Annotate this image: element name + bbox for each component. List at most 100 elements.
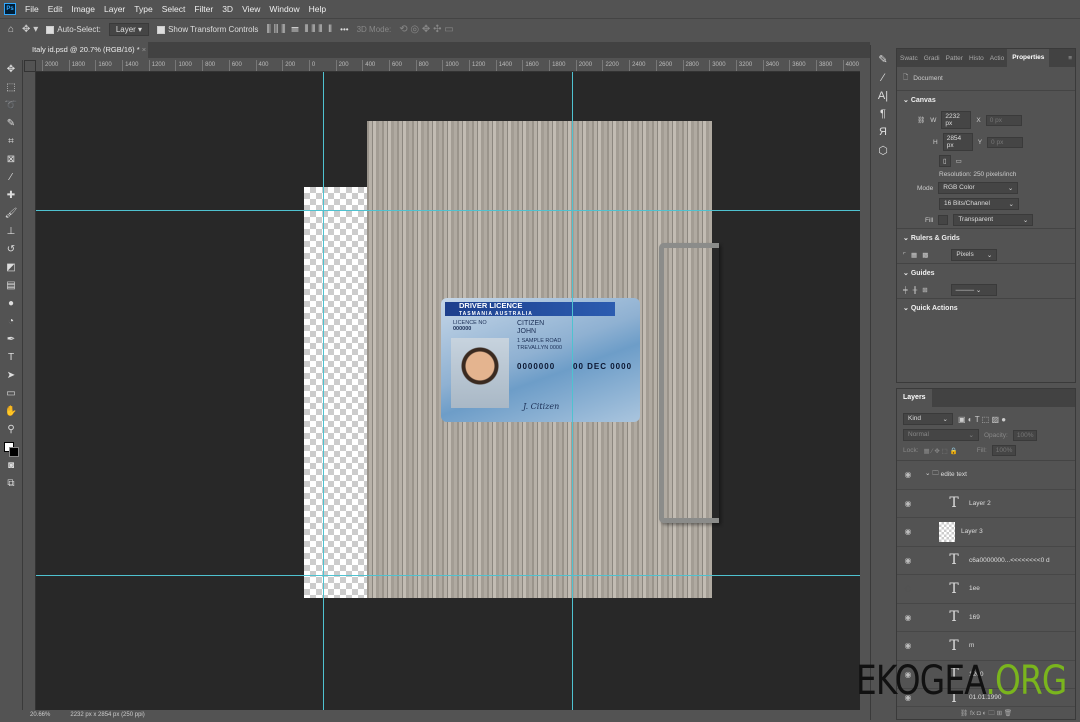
pen-tool-icon[interactable]: ✒ [3, 332, 19, 348]
quick-actions-header[interactable]: ⌄ Quick Actions [897, 298, 1075, 317]
ruler-toggle-icon[interactable]: ⌜ [903, 251, 906, 259]
x-field[interactable]: 0 px [985, 114, 1022, 126]
move-tool-icon[interactable]: ✥ [3, 62, 19, 78]
clone-stamp-icon[interactable]: ⊥ [3, 224, 19, 240]
dodge-tool-icon[interactable]: ◔ [3, 314, 19, 330]
blur-tool-icon[interactable]: ● [3, 296, 19, 312]
fill-swatch[interactable] [938, 215, 949, 225]
visibility-eye-icon[interactable]: ◉ [897, 470, 919, 479]
document-size[interactable]: 2232 px x 2854 px (250 ppi) [70, 710, 144, 720]
3d-tools-icons[interactable]: ⟲ ◎ ✥ ✣ ▭ [399, 24, 453, 35]
canvas-area[interactable]: DRIVER LICENCE TASMANIA AUSTRALIA LICENCE… [36, 72, 860, 710]
horizontal-ruler[interactable]: 2000 1800 1600 1400 1200 1000 800 600 400 200 0 200… [36, 60, 860, 72]
lock-icons[interactable]: ▦ ⁄ ✥ ⬚ 🔒 [924, 447, 958, 455]
y-field[interactable]: 0 px [987, 136, 1024, 148]
width-field[interactable]: 2232 px [941, 111, 972, 129]
opacity-field[interactable]: 100% [1012, 429, 1038, 441]
layer-row[interactable]: ◉ Tm [897, 632, 1075, 661]
brush-tool-icon[interactable]: 🖌 [3, 206, 19, 222]
align-icons[interactable]: ⫼ ⫼ ⫼ ☰ ⫴ ⫴ ⫴ ‖ [266, 24, 332, 35]
menu-image[interactable]: Image [71, 4, 95, 14]
more-options-button[interactable]: ••• [340, 25, 348, 34]
frame-tool-icon[interactable]: ⊠ [3, 152, 19, 168]
units-dropdown[interactable]: Pixels ⌄ [951, 249, 998, 261]
3d-icon[interactable]: ⬡ [878, 144, 888, 157]
glyphs-icon[interactable]: Я [879, 126, 887, 138]
new-guide-icon[interactable]: ⊞ [922, 286, 927, 294]
visibility-eye-icon[interactable]: ◉ [897, 499, 919, 508]
brushes-icon[interactable]: ⁄ [882, 72, 884, 84]
gradient-tool-icon[interactable]: ▤ [3, 278, 19, 294]
height-field[interactable]: 2854 px [942, 133, 973, 151]
filter-icons[interactable]: ▣ ◐ T ⬚ ▨ ● [958, 415, 1006, 424]
guide-style-dropdown[interactable]: ──── ⌄ [950, 284, 997, 296]
close-tab-icon[interactable]: × [142, 45, 146, 54]
menu-file[interactable]: File [25, 4, 39, 14]
guide-horizontal[interactable] [36, 210, 860, 211]
show-transform-checkbox[interactable]: Show Transform Controls [157, 25, 258, 34]
menu-edit[interactable]: Edit [48, 4, 63, 14]
type-tool-icon[interactable]: T [3, 350, 19, 366]
pixel-grid-icon[interactable]: ▩ [922, 251, 928, 259]
move-tool-icon[interactable]: ✥ ▾ [22, 24, 38, 35]
filter-kind-dropdown[interactable]: Kind ⌄ [903, 413, 953, 425]
character-icon[interactable]: A| [878, 90, 888, 102]
eraser-tool-icon[interactable]: ◩ [3, 260, 19, 276]
color-swatches-icon[interactable] [3, 440, 19, 457]
menu-layer[interactable]: Layer [104, 4, 125, 14]
document-tab[interactable]: Italy id.psd @ 20.7% (RGB/16) * × [24, 42, 148, 58]
visibility-eye-icon[interactable]: ◉ [897, 584, 919, 593]
rectangle-tool-icon[interactable]: ▭ [3, 386, 19, 402]
layer-row[interactable]: ◉ Layer 3 [897, 518, 1075, 547]
lasso-tool-icon[interactable]: ➰ [3, 98, 19, 114]
history-brush-icon[interactable]: ↺ [3, 242, 19, 258]
link-icon[interactable]: ⛓ [917, 116, 925, 124]
landscape-icon[interactable]: ▭ [956, 157, 962, 165]
crop-tool-icon[interactable]: ⌗ [3, 134, 19, 150]
brush-settings-icon[interactable]: ✎ [878, 53, 887, 66]
menu-help[interactable]: Help [309, 4, 326, 14]
menu-view[interactable]: View [242, 4, 260, 14]
canvas-section-header[interactable]: ⌄ Canvas [897, 90, 1075, 109]
guide-lock-icon[interactable]: ╫ [913, 287, 918, 294]
guide-vertical[interactable] [572, 72, 573, 710]
grid-toggle-icon[interactable]: ▦ [911, 251, 917, 259]
layer-row[interactable]: ◉ T 1ee [897, 575, 1075, 604]
menu-filter[interactable]: Filter [194, 4, 213, 14]
blend-mode-dropdown[interactable]: Normal ⌄ [903, 429, 979, 441]
home-icon[interactable]: ⌂ [8, 24, 14, 35]
auto-select-dropdown[interactable]: Layer ▾ [108, 23, 150, 36]
guides-section-header[interactable]: ⌄ Guides [897, 263, 1075, 282]
guide-toggle-icon[interactable]: ╪ [903, 287, 908, 294]
menu-3d[interactable]: 3D [222, 4, 233, 14]
zoom-level[interactable]: 20.66% [30, 710, 50, 720]
visibility-eye-icon[interactable]: ◉ [897, 556, 919, 565]
tab-patterns[interactable]: Patter [943, 55, 966, 62]
panel-menu-icon[interactable]: ≡ [1065, 55, 1075, 62]
tab-layers[interactable]: Layers [897, 389, 932, 407]
menu-window[interactable]: Window [269, 4, 299, 14]
guide-horizontal[interactable] [36, 575, 860, 576]
layer-row[interactable]: ◉ Tc6a0000000...<<<<<<<<0 d [897, 547, 1075, 575]
rulers-grids-header[interactable]: ⌄ Rulers & Grids [897, 228, 1075, 247]
tab-actions[interactable]: Actio [987, 55, 1007, 62]
layer-row[interactable]: ◉ T 169 [897, 604, 1075, 632]
screen-mode-icon[interactable]: ⧉ [3, 476, 19, 492]
layer-group-row[interactable]: ◉ ⌄ 🗀 edite text [897, 461, 1075, 490]
portrait-icon[interactable]: ▯ [939, 155, 951, 167]
zoom-tool-icon[interactable]: ⚲ [3, 422, 19, 438]
quick-select-tool-icon[interactable]: ✎ [3, 116, 19, 132]
vertical-ruler[interactable] [24, 72, 36, 710]
menu-type[interactable]: Type [134, 4, 152, 14]
visibility-eye-icon[interactable]: ◉ [897, 527, 919, 536]
paragraph-icon[interactable]: ¶ [880, 108, 886, 120]
visibility-eye-icon[interactable]: ◉ [897, 641, 919, 650]
layer-fill-field[interactable]: 100% [991, 445, 1017, 456]
layer-row[interactable]: ◉ T Layer 2 [897, 490, 1075, 518]
hand-tool-icon[interactable]: ✋ [3, 404, 19, 420]
fill-dropdown[interactable]: Transparent ⌄ [953, 214, 1034, 226]
marquee-tool-icon[interactable]: ⬚ [3, 80, 19, 96]
bit-depth-dropdown[interactable]: 16 Bits/Channel ⌄ [939, 198, 1019, 210]
path-select-icon[interactable]: ➤ [3, 368, 19, 384]
tab-history[interactable]: Histo [966, 55, 987, 62]
